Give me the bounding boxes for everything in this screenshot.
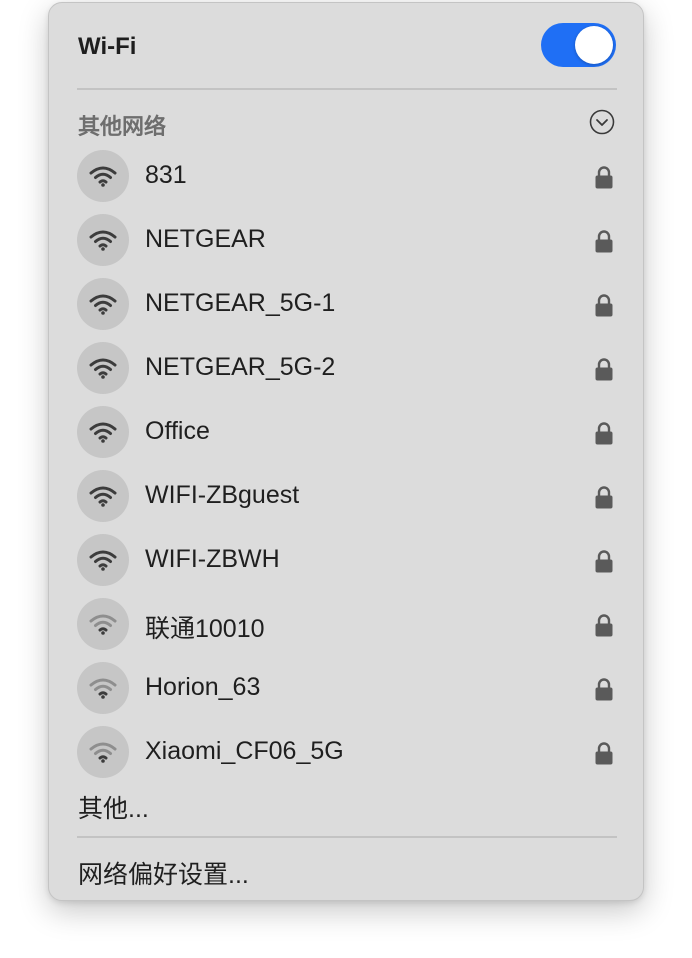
lock-icon [594, 613, 614, 637]
network-row[interactable]: Xiaomi_CF06_5G [49, 720, 643, 784]
wifi-menu-panel: Wi-Fi 其他网络 831 NETGEAR NETGEAR_5G-1 NETGEAR… [48, 2, 644, 901]
wifi-signal-icon [77, 342, 129, 394]
lock-icon [594, 229, 614, 253]
network-name: Office [145, 417, 210, 445]
network-row[interactable]: WIFI-ZBWH [49, 528, 643, 592]
network-row[interactable]: 831 [49, 144, 643, 208]
wifi-signal-icon [77, 662, 129, 714]
wifi-signal-icon [77, 278, 129, 330]
wifi-signal-icon [77, 406, 129, 458]
wifi-signal-icon [77, 598, 129, 650]
lock-icon [594, 485, 614, 509]
network-row[interactable]: NETGEAR_5G-2 [49, 336, 643, 400]
network-name: WIFI-ZBWH [145, 545, 280, 573]
network-name: WIFI-ZBguest [145, 481, 300, 509]
lock-icon [594, 165, 614, 189]
lock-icon [594, 357, 614, 381]
lock-icon [594, 421, 614, 445]
wifi-signal-icon [77, 726, 129, 778]
divider [77, 836, 617, 838]
divider [77, 88, 617, 90]
chevron-down-circle-icon[interactable] [589, 109, 615, 135]
network-row[interactable]: WIFI-ZBguest [49, 464, 643, 528]
network-name: NETGEAR_5G-1 [145, 289, 336, 317]
wifi-signal-icon [77, 534, 129, 586]
wifi-signal-icon [77, 214, 129, 266]
network-row[interactable]: NETGEAR [49, 208, 643, 272]
wifi-toggle[interactable] [541, 23, 616, 67]
wifi-signal-icon [77, 150, 129, 202]
network-preferences-menu-item[interactable]: 网络偏好设置... [78, 855, 249, 891]
other-network-menu-item[interactable]: 其他... [78, 789, 149, 825]
lock-icon [594, 677, 614, 701]
network-list: 831 NETGEAR NETGEAR_5G-1 NETGEAR_5G-2 Office… [49, 144, 643, 784]
network-row[interactable]: Office [49, 400, 643, 464]
toggle-knob [575, 26, 613, 64]
lock-icon [594, 741, 614, 765]
other-networks-label: 其他网络 [78, 114, 167, 139]
lock-icon [594, 549, 614, 573]
wifi-signal-icon [77, 470, 129, 522]
network-row[interactable]: Horion_63 [49, 656, 643, 720]
lock-icon [594, 293, 614, 317]
wifi-title: Wi-Fi [78, 33, 137, 60]
network-name: NETGEAR_5G-2 [145, 353, 336, 381]
network-name: NETGEAR [145, 225, 266, 253]
network-name: Horion_63 [145, 673, 261, 701]
network-row[interactable]: 联通10010 [49, 592, 643, 656]
network-name: Xiaomi_CF06_5G [145, 737, 344, 765]
network-name: 联通10010 [145, 615, 265, 643]
wifi-header: Wi-Fi [49, 3, 643, 89]
network-name: 831 [145, 161, 187, 189]
network-row[interactable]: NETGEAR_5G-1 [49, 272, 643, 336]
